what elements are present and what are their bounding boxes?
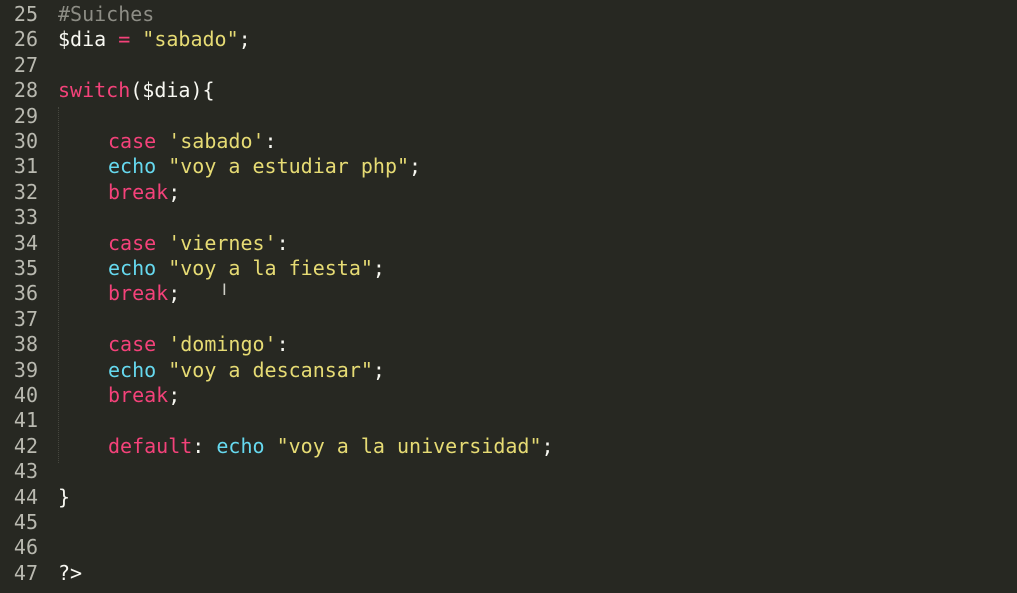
code-line-26: $dia = "sabado"; <box>58 27 251 52</box>
punctuation-token: ; <box>541 433 554 458</box>
line-number: 38 <box>13 332 38 357</box>
punctuation-token: ; <box>238 27 251 52</box>
indent-guide <box>58 107 59 463</box>
keyword-token: case <box>108 332 157 357</box>
string-token: "voy a estudiar php" <box>156 154 410 179</box>
punctuation-token: ; <box>168 383 181 407</box>
builtin-token: echo <box>216 433 265 458</box>
line-number: 33 <box>13 205 38 230</box>
string-token: "voy a la universidad" <box>264 433 542 458</box>
code-line-39: echo "voy a descansar"; <box>108 358 385 383</box>
line-number: 30 <box>13 129 38 153</box>
line-number: 41 <box>13 408 38 433</box>
line-number: 47 <box>13 560 38 585</box>
line-number: 25 <box>13 2 38 26</box>
keyword-token: case <box>108 129 157 153</box>
code-line-40: break; <box>108 383 180 408</box>
code-line-32: break; <box>108 180 180 205</box>
punctuation-token: : <box>276 332 289 357</box>
string-token: 'domingo' <box>156 332 277 357</box>
punctuation-token: ; <box>168 179 181 204</box>
code-line-34: case 'viernes': <box>108 231 289 256</box>
line-number: 40 <box>13 383 38 407</box>
code-line-35: echo "voy a la fiesta"; <box>108 256 385 281</box>
string-token: "sabado" <box>142 27 239 52</box>
line-number: 31 <box>13 154 38 179</box>
code-line-36: break; <box>108 281 180 306</box>
keyword-token: case <box>108 230 157 255</box>
line-number: 28 <box>13 78 38 103</box>
keyword-token: default <box>108 433 193 458</box>
closing-brace-token: } <box>58 484 71 509</box>
punctuation-token: ; <box>409 154 422 179</box>
line-number: 44 <box>13 484 38 509</box>
string-token: "voy a descansar" <box>156 357 373 382</box>
operator-token: = <box>106 27 143 52</box>
punctuation-token: : <box>264 129 277 153</box>
string-token: 'viernes' <box>156 230 277 255</box>
punctuation-token: ; <box>168 281 181 306</box>
line-number: 34 <box>13 230 38 255</box>
punctuation-token: ; <box>372 256 385 280</box>
line-number: 37 <box>13 306 38 331</box>
line-number: 45 <box>13 510 38 534</box>
line-number: 35 <box>13 256 38 280</box>
comment-token: #Suiches <box>58 2 155 26</box>
line-number: 43 <box>13 459 38 484</box>
code-line-44: } <box>58 485 70 510</box>
code-line-30: case 'sabado': <box>108 129 277 154</box>
line-number-gutter: 25 26 27 28 29 30 31 32 33 34 35 36 37 3… <box>0 0 46 593</box>
code-line-25: #Suiches <box>58 2 154 27</box>
line-number: 26 <box>13 27 38 52</box>
code-line-42: default: echo "voy a la universidad"; <box>108 434 554 459</box>
plain-token: ($dia){ <box>130 78 215 103</box>
keyword-token: break <box>108 281 169 306</box>
keyword-token: break <box>108 383 169 407</box>
line-number: 39 <box>13 357 38 382</box>
line-number: 29 <box>13 103 38 128</box>
code-line-47: ?> <box>58 561 82 586</box>
line-number: 27 <box>13 52 38 77</box>
string-token: "voy a la fiesta" <box>156 256 373 280</box>
builtin-token: echo <box>108 154 157 179</box>
code-line-38: case 'domingo': <box>108 332 289 357</box>
code-line-28: switch($dia){ <box>58 78 215 103</box>
code-editor[interactable]: 25 26 27 28 29 30 31 32 33 34 35 36 37 3… <box>0 0 1017 593</box>
line-number: 36 <box>13 281 38 306</box>
punctuation-token: ; <box>372 357 385 382</box>
keyword-token: switch <box>58 78 131 103</box>
string-token: 'sabado' <box>156 129 265 153</box>
text-cursor-icon: I <box>222 280 227 299</box>
line-number: 46 <box>13 535 38 560</box>
line-number: 32 <box>13 179 38 204</box>
php-close-tag-token: ?> <box>58 560 83 585</box>
line-number: 42 <box>13 433 38 458</box>
variable-token: $dia <box>58 27 107 52</box>
builtin-token: echo <box>108 357 157 382</box>
keyword-token: break <box>108 179 169 204</box>
code-area[interactable]: #Suiches $dia = "sabado"; switch($dia){ … <box>58 0 1008 593</box>
code-line-31: echo "voy a estudiar php"; <box>108 154 421 179</box>
punctuation-token: : <box>192 433 217 458</box>
punctuation-token: : <box>276 230 289 255</box>
builtin-token: echo <box>108 256 157 280</box>
